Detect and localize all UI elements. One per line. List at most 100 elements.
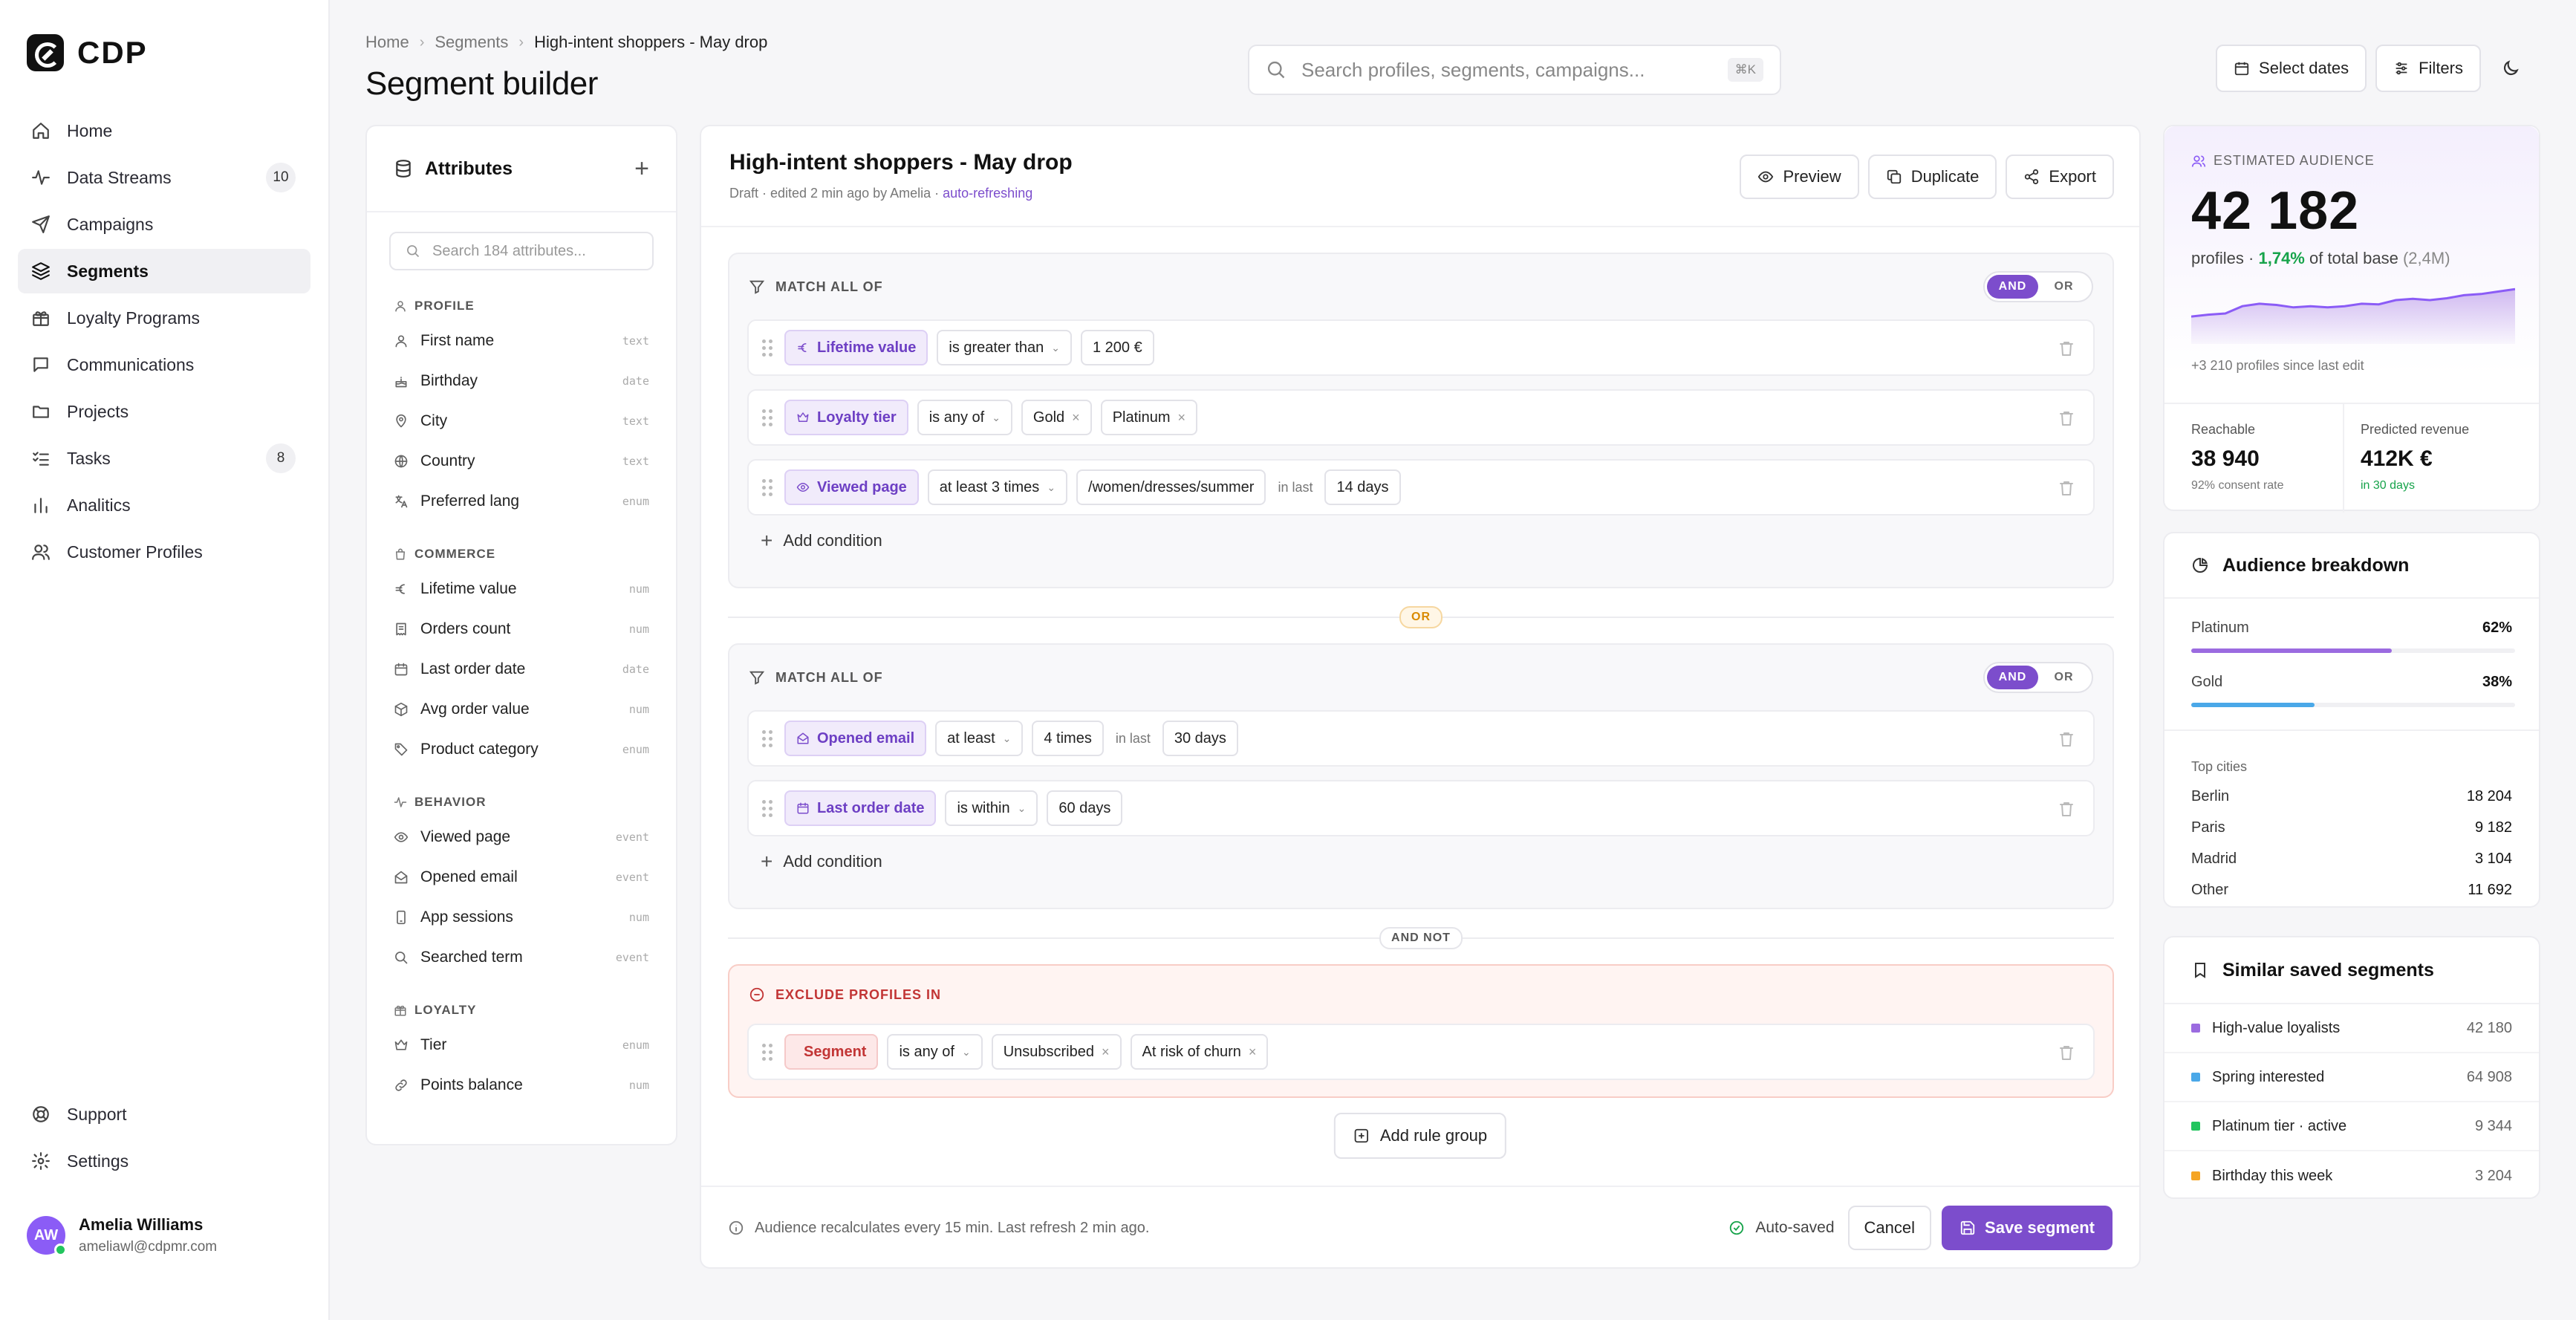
- attribute-item[interactable]: Preferred lang enum: [394, 481, 649, 521]
- attribute-item[interactable]: App sessions num: [394, 897, 649, 937]
- condition-attribute[interactable]: Loyalty tier: [784, 400, 908, 435]
- condition-value[interactable]: /women/dresses/summer: [1076, 469, 1266, 505]
- drag-handle-icon[interactable]: [762, 729, 775, 748]
- add-condition-button[interactable]: + Add condition: [761, 850, 2081, 874]
- condition-value[interactable]: 60 days: [1047, 790, 1123, 826]
- sidebar-item-data-streams[interactable]: Data Streams 10: [18, 155, 310, 200]
- condition-tag[interactable]: Platinum ×: [1100, 400, 1198, 435]
- sidebar-item-segments[interactable]: Segments: [18, 249, 310, 293]
- delete-condition-button[interactable]: [2058, 729, 2075, 749]
- condition-tag[interactable]: At risk of churn ×: [1130, 1034, 1269, 1070]
- condition-timeframe[interactable]: 30 days: [1162, 721, 1238, 756]
- breadcrumb-home[interactable]: Home: [365, 33, 409, 52]
- duplicate-button[interactable]: Duplicate: [1867, 155, 1997, 199]
- similar-segment-item[interactable]: Spring interested 64 908: [2164, 1053, 2539, 1102]
- attribute-item[interactable]: Country text: [394, 441, 649, 481]
- drag-handle-icon[interactable]: [762, 478, 775, 497]
- attribute-item[interactable]: Opened email event: [394, 857, 649, 897]
- user-profile[interactable]: AW Amelia Williams ameliawl@cdpmr.com: [27, 1215, 217, 1256]
- condition-operator-select[interactable]: at least 3 times ⌄: [927, 469, 1068, 505]
- search-input[interactable]: Search profiles, segments, campaigns...: [1301, 59, 1645, 82]
- delete-condition-button[interactable]: [2058, 799, 2075, 819]
- remove-tag-icon[interactable]: ×: [1178, 410, 1186, 426]
- export-button[interactable]: Export: [2006, 155, 2114, 199]
- attribute-item[interactable]: First name text: [394, 321, 649, 361]
- theme-toggle-button[interactable]: [2490, 45, 2531, 92]
- avatar: AW: [27, 1216, 67, 1256]
- attribute-item[interactable]: Birthday date: [394, 361, 649, 401]
- condition-operator-select[interactable]: is greater than ⌄: [937, 330, 1072, 365]
- and-or-toggle[interactable]: AND OR: [1983, 271, 2093, 302]
- global-search[interactable]: Search profiles, segments, campaigns... …: [1248, 45, 1781, 95]
- remove-tag-icon[interactable]: ×: [1072, 410, 1080, 426]
- condition-attribute[interactable]: Opened email: [784, 721, 927, 756]
- preview-button[interactable]: Preview: [1740, 155, 1859, 199]
- or-option[interactable]: OR: [2038, 666, 2089, 689]
- similar-segment-item[interactable]: Platinum tier · active 9 344: [2164, 1102, 2539, 1151]
- attribute-item[interactable]: Viewed page event: [394, 817, 649, 857]
- condition-operator-select[interactable]: is within ⌄: [945, 790, 1038, 826]
- attribute-item[interactable]: City text: [394, 401, 649, 441]
- condition-tag[interactable]: Gold ×: [1021, 400, 1092, 435]
- sidebar-item-tasks[interactable]: Tasks 8: [18, 436, 310, 481]
- filters-button[interactable]: Filters: [2375, 45, 2481, 92]
- condition-attribute[interactable]: Lifetime value: [784, 330, 928, 365]
- drag-handle-icon[interactable]: [762, 338, 775, 357]
- delete-condition-button[interactable]: [2058, 1043, 2075, 1062]
- sidebar-item-settings[interactable]: Settings: [18, 1139, 310, 1183]
- app-logo[interactable]: CDP: [27, 34, 148, 71]
- similar-segment-item[interactable]: High-value loyalists 42 180: [2164, 1004, 2539, 1053]
- attribute-item[interactable]: Lifetime value num: [394, 569, 649, 609]
- condition-operator-select[interactable]: is any of ⌄: [887, 1034, 983, 1070]
- attribute-search-input[interactable]: Search 184 attributes...: [389, 232, 654, 270]
- and-option[interactable]: AND: [1987, 666, 2038, 689]
- add-condition-button[interactable]: + Add condition: [761, 529, 2081, 553]
- breadcrumb-segments[interactable]: Segments: [435, 33, 508, 52]
- cancel-button[interactable]: Cancel: [1847, 1206, 1932, 1250]
- add-attribute-button[interactable]: +: [634, 155, 649, 183]
- and-or-toggle[interactable]: AND OR: [1983, 662, 2093, 693]
- and-option[interactable]: AND: [1987, 275, 2038, 299]
- attribute-type: num: [628, 703, 649, 716]
- sidebar-item-campaigns[interactable]: Campaigns: [18, 202, 310, 247]
- attribute-item[interactable]: Searched term event: [394, 937, 649, 978]
- condition-value[interactable]: 1 200 €: [1080, 330, 1154, 365]
- condition-operator-select[interactable]: at least ⌄: [935, 721, 1024, 756]
- sidebar-item-analitics[interactable]: Analitics: [18, 483, 310, 527]
- drag-handle-icon[interactable]: [762, 408, 775, 427]
- add-rule-group-button[interactable]: Add rule group: [1333, 1113, 1507, 1159]
- save-segment-button[interactable]: Save segment: [1942, 1206, 2112, 1250]
- attribute-item[interactable]: Last order date date: [394, 649, 649, 689]
- drag-handle-icon[interactable]: [762, 799, 775, 818]
- condition-attribute[interactable]: Viewed page: [784, 469, 919, 505]
- drag-handle-icon[interactable]: [762, 1042, 775, 1061]
- condition-operator-select[interactable]: is any of ⌄: [917, 400, 1012, 435]
- sidebar-item-customer-profiles[interactable]: Customer Profiles: [18, 530, 310, 574]
- delete-condition-button[interactable]: [2058, 478, 2075, 498]
- attribute-item[interactable]: Orders count num: [394, 609, 649, 649]
- similar-segment-item[interactable]: Birthday this week 3 204: [2164, 1151, 2539, 1200]
- attribute-item[interactable]: Tier enum: [394, 1025, 649, 1065]
- or-connector[interactable]: OR: [1399, 606, 1443, 628]
- sidebar-item-loyalty-programs[interactable]: Loyalty Programs: [18, 296, 310, 340]
- delete-condition-button[interactable]: [2058, 409, 2075, 428]
- attribute-label: Birthday: [420, 372, 478, 389]
- and-not-connector[interactable]: AND NOT: [1379, 927, 1463, 949]
- or-option[interactable]: OR: [2038, 275, 2089, 299]
- select-dates-button[interactable]: Select dates: [2216, 45, 2367, 92]
- sidebar-item-home[interactable]: Home: [18, 108, 310, 153]
- condition-value[interactable]: 4 times: [1032, 721, 1104, 756]
- condition-attribute[interactable]: Last order date: [784, 790, 937, 826]
- condition-attribute[interactable]: Segment: [784, 1034, 879, 1070]
- remove-tag-icon[interactable]: ×: [1249, 1044, 1257, 1060]
- condition-tag[interactable]: Unsubscribed ×: [991, 1034, 1122, 1070]
- sidebar-item-projects[interactable]: Projects: [18, 389, 310, 434]
- attribute-item[interactable]: Product category enum: [394, 729, 649, 770]
- sidebar-item-communications[interactable]: Communications: [18, 342, 310, 387]
- remove-tag-icon[interactable]: ×: [1102, 1044, 1110, 1060]
- attribute-item[interactable]: Points balance num: [394, 1065, 649, 1105]
- condition-timeframe[interactable]: 14 days: [1324, 469, 1401, 505]
- delete-condition-button[interactable]: [2058, 339, 2075, 358]
- sidebar-item-support[interactable]: Support: [18, 1092, 310, 1137]
- attribute-item[interactable]: Avg order value num: [394, 689, 649, 729]
